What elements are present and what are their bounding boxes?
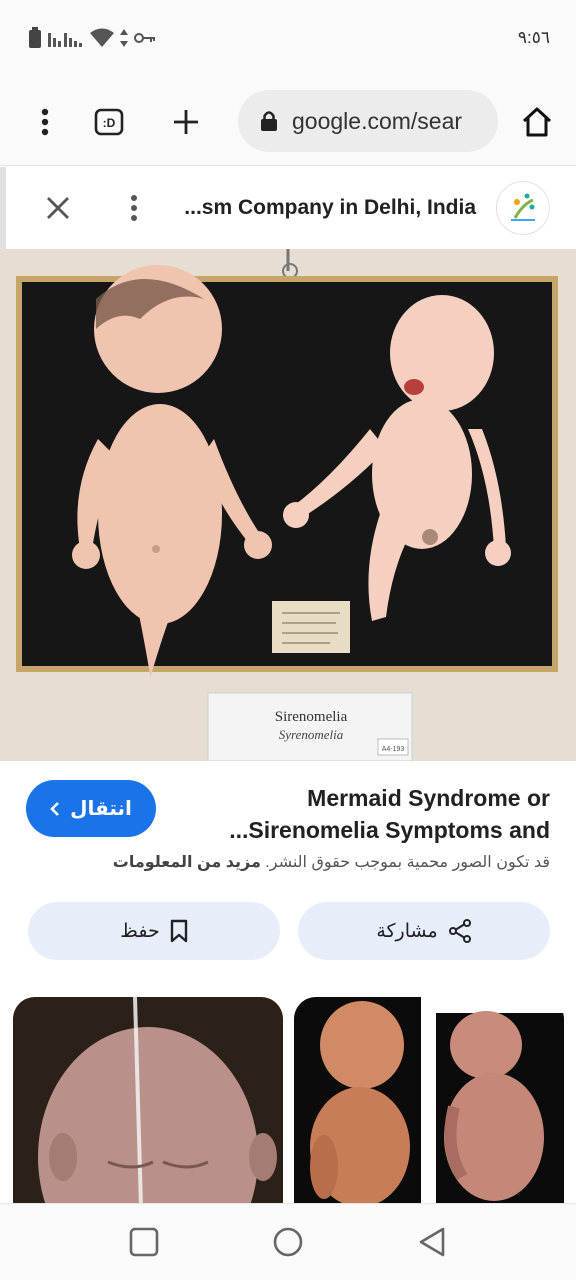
visit-label: انتقال <box>70 798 132 820</box>
result-title[interactable]: Mermaid Syndrome or ...Sirenomelia Sympt… <box>200 782 550 846</box>
key-icon <box>134 33 155 43</box>
wifi-icon <box>90 28 114 47</box>
museum-specimen-photo: Sirenomelia Syrenomelia A4-193 <box>0 249 576 761</box>
tab-switcher-button[interactable]: :D <box>87 100 131 144</box>
status-icons <box>28 27 156 49</box>
viewer-menu-button[interactable] <box>126 192 142 224</box>
close-icon <box>47 197 69 219</box>
browser-menu-button[interactable] <box>23 100 67 144</box>
copyright-text: قد تكون الصور محمية بموجب حقوق النشر. <box>265 854 550 871</box>
new-tab-button[interactable] <box>164 100 208 144</box>
close-viewer-button[interactable] <box>42 192 74 224</box>
plaque-title: Sirenomelia <box>275 709 348 725</box>
system-navigation-bar <box>0 1203 576 1280</box>
home-button[interactable] <box>515 100 559 144</box>
back-triangle-icon <box>419 1227 445 1257</box>
save-button[interactable]: حفظ <box>28 902 280 960</box>
related-photo-1 <box>13 997 283 1207</box>
bookmark-icon <box>170 919 187 943</box>
address-bar[interactable]: google.com/sear <box>238 90 498 152</box>
related-image-2[interactable] <box>294 997 564 1207</box>
more-info-link[interactable]: مزيد من المعلومات <box>113 854 261 871</box>
related-photo-2 <box>294 997 564 1207</box>
site-logo[interactable] <box>496 181 550 235</box>
main-image[interactable]: Sirenomelia Syrenomelia A4-193 <box>0 249 576 761</box>
share-label: مشاركة <box>376 920 438 942</box>
recents-icon <box>129 1227 159 1257</box>
home-nav-button[interactable] <box>270 1224 306 1260</box>
share-button[interactable]: مشاركة <box>298 902 550 960</box>
signal-icon <box>48 33 82 47</box>
lock-icon <box>261 111 277 131</box>
battery-icon <box>29 27 41 48</box>
share-icon <box>448 919 471 943</box>
image-viewer-header: ...sm Company in Delhi, India <box>0 167 576 249</box>
home-icon <box>522 107 552 137</box>
visit-button[interactable]: انتقال <box>26 780 156 837</box>
data-transfer-icon <box>120 29 128 47</box>
plaque-code: A4-193 <box>382 746 405 753</box>
home-circle-icon <box>273 1227 303 1257</box>
plaque-subtitle: Syrenomelia <box>279 727 344 742</box>
recents-button[interactable] <box>126 1224 162 1260</box>
source-page-title[interactable]: ...sm Company in Delhi, India <box>184 196 476 220</box>
plus-icon <box>174 110 198 134</box>
tab-switcher-icon: :D <box>94 108 124 136</box>
chevron-left-icon <box>50 801 60 816</box>
browser-toolbar: :D google.com/sear <box>0 78 576 166</box>
status-time: ٩:٥٦ <box>517 28 550 47</box>
more-vertical-icon <box>131 195 137 221</box>
site-logo-icon <box>511 193 535 221</box>
save-label: حفظ <box>120 920 160 942</box>
copyright-notice: قد تكون الصور محمية بموجب حقوق النشر. مز… <box>113 852 550 872</box>
svg-text::D: :D <box>103 116 116 130</box>
back-nav-button[interactable] <box>414 1224 450 1260</box>
more-vertical-icon <box>41 108 49 136</box>
image-caption: انتقال Mermaid Syndrome or ...Sirenomeli… <box>0 762 576 882</box>
status-bar: ٩:٥٦ <box>0 0 576 78</box>
url-text: google.com/sear <box>292 107 463 134</box>
related-image-1[interactable] <box>13 997 283 1207</box>
